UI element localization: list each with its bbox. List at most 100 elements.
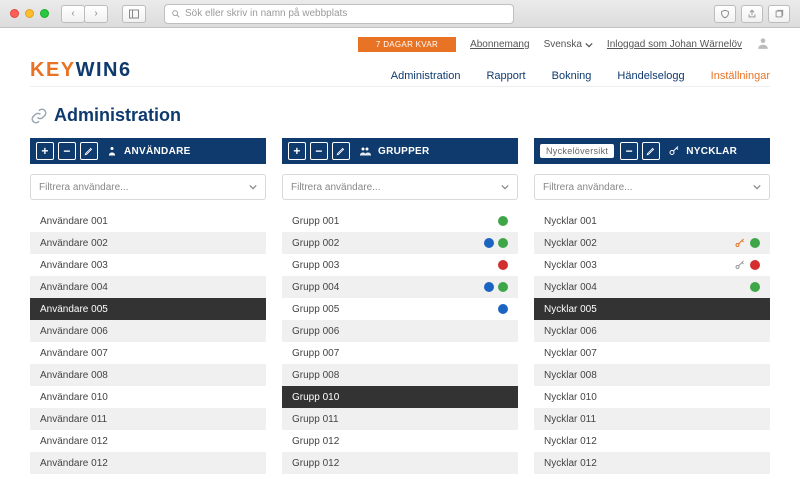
group-row[interactable]: Grupp 007: [282, 342, 518, 364]
url-bar[interactable]: Sök eller skriv in namn på webbplats: [164, 4, 514, 24]
users-filter[interactable]: Filtrera användare...: [30, 174, 266, 200]
search-icon: [171, 9, 181, 19]
groups-filter[interactable]: Filtrera användare...: [282, 174, 518, 200]
key-icon: [734, 237, 746, 249]
chevron-down-icon: [501, 183, 509, 191]
key-row-label: Nycklar 007: [544, 348, 597, 359]
group-row-label: Grupp 001: [292, 216, 339, 227]
user-row[interactable]: Användare 001: [30, 210, 266, 232]
user-row-label: Användare 010: [40, 392, 108, 403]
key-row-label: Nycklar 008: [544, 370, 597, 381]
minimize-window-button[interactable]: [25, 9, 34, 18]
chevron-down-icon: [753, 183, 761, 191]
key-row-label: Nycklar 004: [544, 282, 597, 293]
status-green-icon: [498, 238, 508, 248]
back-button[interactable]: ‹: [61, 5, 85, 23]
status-blue-icon: [484, 282, 494, 292]
key-row[interactable]: Nycklar 012: [534, 430, 770, 452]
user-row[interactable]: Användare 010: [30, 386, 266, 408]
group-row[interactable]: Grupp 011: [282, 408, 518, 430]
user-row[interactable]: Användare 006: [30, 320, 266, 342]
user-row[interactable]: Användare 005: [30, 298, 266, 320]
user-row[interactable]: Användare 012: [30, 452, 266, 474]
maximize-window-button[interactable]: [40, 9, 49, 18]
language-selector[interactable]: Svenska: [544, 39, 593, 50]
days-left-badge: 7 DAGAR KVAR: [358, 37, 456, 52]
group-row[interactable]: Grupp 001: [282, 210, 518, 232]
row-icons: [484, 282, 508, 292]
group-row[interactable]: Grupp 010: [282, 386, 518, 408]
group-row[interactable]: Grupp 012: [282, 430, 518, 452]
keys-filter[interactable]: Filtrera användare...: [534, 174, 770, 200]
group-row[interactable]: Grupp 012: [282, 452, 518, 474]
group-row[interactable]: Grupp 008: [282, 364, 518, 386]
status-red-icon: [750, 260, 760, 270]
key-row[interactable]: Nycklar 003: [534, 254, 770, 276]
key-row-label: Nycklar 010: [544, 392, 597, 403]
users-edit-button[interactable]: [80, 142, 98, 160]
groups-remove-button[interactable]: −: [310, 142, 328, 160]
logo-rest: WIN6: [76, 59, 132, 81]
keys-edit-button[interactable]: [642, 142, 660, 160]
forward-button[interactable]: ›: [84, 5, 108, 23]
group-row-label: Grupp 010: [292, 392, 339, 403]
key-row[interactable]: Nycklar 012: [534, 452, 770, 474]
status-green-icon: [498, 282, 508, 292]
group-row[interactable]: Grupp 006: [282, 320, 518, 342]
group-row[interactable]: Grupp 002: [282, 232, 518, 254]
key-row[interactable]: Nycklar 007: [534, 342, 770, 364]
key-row-label: Nycklar 002: [544, 238, 597, 249]
key-overview-button[interactable]: Nyckelöversikt: [540, 144, 614, 158]
panel-groups-title: GRUPPER: [378, 146, 430, 157]
subscription-link[interactable]: Abonnemang: [470, 39, 530, 50]
keys-icon: [668, 145, 680, 157]
sidebar-toggle-button[interactable]: [122, 5, 146, 23]
nav-händelselogg[interactable]: Händelselogg: [617, 70, 684, 82]
key-row[interactable]: Nycklar 008: [534, 364, 770, 386]
user-row-label: Användare 003: [40, 260, 108, 271]
user-row[interactable]: Användare 004: [30, 276, 266, 298]
page-title: Administration: [54, 105, 181, 126]
reader-button[interactable]: [714, 5, 736, 23]
tabs-button[interactable]: [768, 5, 790, 23]
share-icon: [747, 9, 757, 19]
user-row-label: Användare 007: [40, 348, 108, 359]
close-window-button[interactable]: [10, 9, 19, 18]
group-row[interactable]: Grupp 004: [282, 276, 518, 298]
groups-edit-button[interactable]: [332, 142, 350, 160]
nav-rapport[interactable]: Rapport: [486, 70, 525, 82]
nav-inställningar[interactable]: Inställningar: [711, 70, 770, 82]
user-row[interactable]: Användare 012: [30, 430, 266, 452]
user-row[interactable]: Användare 003: [30, 254, 266, 276]
key-row-label: Nycklar 012: [544, 436, 597, 447]
group-row[interactable]: Grupp 003: [282, 254, 518, 276]
logged-in-user-link[interactable]: Inloggad som Johan Wärnelöv: [607, 39, 742, 50]
keys-remove-button[interactable]: −: [620, 142, 638, 160]
user-row[interactable]: Användare 002: [30, 232, 266, 254]
user-row[interactable]: Användare 007: [30, 342, 266, 364]
group-row[interactable]: Grupp 005: [282, 298, 518, 320]
user-row[interactable]: Användare 011: [30, 408, 266, 430]
nav-bokning[interactable]: Bokning: [552, 70, 592, 82]
groups-add-button[interactable]: +: [288, 142, 306, 160]
key-row-label: Nycklar 006: [544, 326, 597, 337]
key-row[interactable]: Nycklar 001: [534, 210, 770, 232]
status-green-icon: [498, 216, 508, 226]
users-remove-button[interactable]: −: [58, 142, 76, 160]
logo-key: KEY: [30, 59, 76, 81]
key-row[interactable]: Nycklar 011: [534, 408, 770, 430]
key-row[interactable]: Nycklar 004: [534, 276, 770, 298]
key-row[interactable]: Nycklar 005: [534, 298, 770, 320]
key-row[interactable]: Nycklar 002: [534, 232, 770, 254]
avatar-icon[interactable]: [756, 36, 770, 53]
tabs-icon: [774, 9, 784, 19]
share-button[interactable]: [741, 5, 763, 23]
user-row[interactable]: Användare 008: [30, 364, 266, 386]
status-blue-icon: [484, 238, 494, 248]
row-icons: [734, 259, 760, 271]
key-row[interactable]: Nycklar 010: [534, 386, 770, 408]
key-row[interactable]: Nycklar 006: [534, 320, 770, 342]
users-add-button[interactable]: +: [36, 142, 54, 160]
row-icons: [498, 260, 508, 270]
nav-administration[interactable]: Administration: [391, 70, 461, 82]
